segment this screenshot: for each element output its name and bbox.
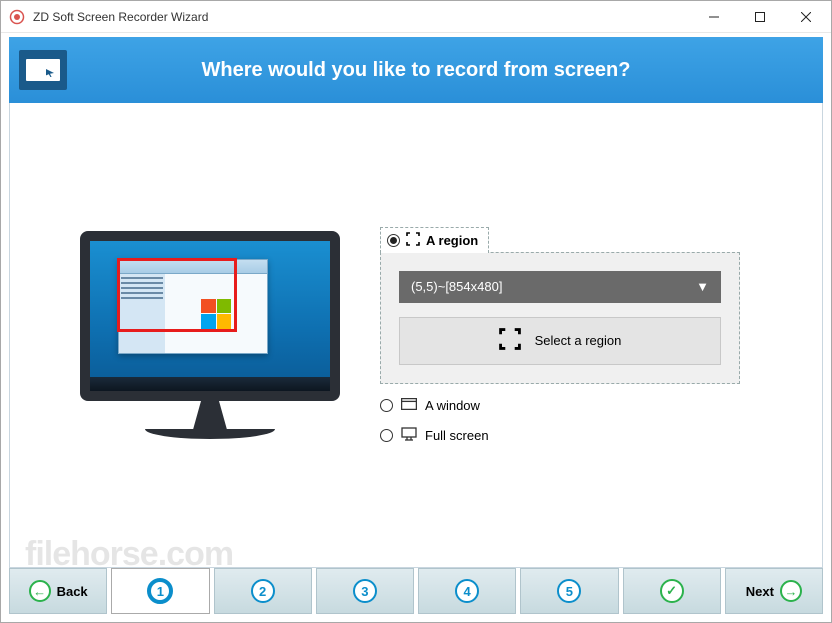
monitor-icon xyxy=(19,50,67,90)
window-icon xyxy=(401,398,417,413)
minimize-button[interactable] xyxy=(691,2,737,32)
region-size-value: (5,5)~[854x480] xyxy=(411,279,502,294)
check-icon: ✓ xyxy=(660,579,684,603)
window-controls xyxy=(691,2,829,32)
titlebar: ZD Soft Screen Recorder Wizard xyxy=(1,1,831,33)
step-4-button[interactable]: 4 xyxy=(418,568,516,614)
next-arrow-icon: → xyxy=(780,580,802,602)
step-1-button[interactable]: 1 xyxy=(111,568,209,614)
back-arrow-icon: ← xyxy=(29,580,51,602)
select-region-label: Select a region xyxy=(535,333,622,348)
options-panel: A region (5,5)~[854x480] ▼ Select a regi… xyxy=(380,227,782,444)
next-button[interactable]: Next → xyxy=(725,568,823,614)
radio-region[interactable] xyxy=(387,234,400,247)
fullscreen-icon xyxy=(401,427,417,444)
back-label: Back xyxy=(57,584,88,599)
option-window-row[interactable]: A window xyxy=(380,398,782,413)
monitor-screen xyxy=(80,231,340,401)
region-crop-icon xyxy=(406,232,420,249)
next-label: Next xyxy=(746,584,774,599)
step-5-icon: 5 xyxy=(557,579,581,603)
option-fullscreen-label: Full screen xyxy=(425,428,489,443)
window-title: ZD Soft Screen Recorder Wizard xyxy=(33,10,208,24)
maximize-button[interactable] xyxy=(737,2,783,32)
content-area: A region (5,5)~[854x480] ▼ Select a regi… xyxy=(9,103,823,568)
option-region-label: A region xyxy=(426,233,478,248)
header-question: Where would you like to record from scre… xyxy=(67,59,823,82)
step-2-button[interactable]: 2 xyxy=(214,568,312,614)
monitor-stand xyxy=(180,401,240,429)
header-banner: Where would you like to record from scre… xyxy=(9,37,823,103)
step-5-button[interactable]: 5 xyxy=(520,568,618,614)
option-fullscreen-row[interactable]: Full screen xyxy=(380,427,782,444)
region-size-dropdown[interactable]: (5,5)~[854x480] ▼ xyxy=(399,271,721,303)
option-window-label: A window xyxy=(425,398,480,413)
window: ZD Soft Screen Recorder Wizard Where wou… xyxy=(0,0,832,623)
radio-fullscreen[interactable] xyxy=(380,429,393,442)
app-icon xyxy=(9,9,25,25)
step-3-icon: 3 xyxy=(353,579,377,603)
step-2-icon: 2 xyxy=(251,579,275,603)
desktop-preview xyxy=(90,241,330,391)
select-region-button[interactable]: Select a region xyxy=(399,317,721,365)
dropdown-caret-icon: ▼ xyxy=(696,279,709,294)
step-3-button[interactable]: 3 xyxy=(316,568,414,614)
close-button[interactable] xyxy=(783,2,829,32)
step-finish-button[interactable]: ✓ xyxy=(623,568,721,614)
region-crop-icon xyxy=(499,328,521,353)
footer-nav: ← Back 1 2 3 4 5 ✓ Next → xyxy=(9,568,823,614)
back-button[interactable]: ← Back xyxy=(9,568,107,614)
option-region-tab[interactable]: A region xyxy=(380,227,489,253)
step-1-icon: 1 xyxy=(147,578,173,604)
monitor-base xyxy=(145,429,275,439)
radio-window[interactable] xyxy=(380,399,393,412)
step-4-icon: 4 xyxy=(455,579,479,603)
monitor-illustration xyxy=(70,231,350,439)
sample-window xyxy=(118,259,268,354)
windows-logo-icon xyxy=(201,299,231,329)
region-panel: (5,5)~[854x480] ▼ Select a region xyxy=(380,252,740,384)
